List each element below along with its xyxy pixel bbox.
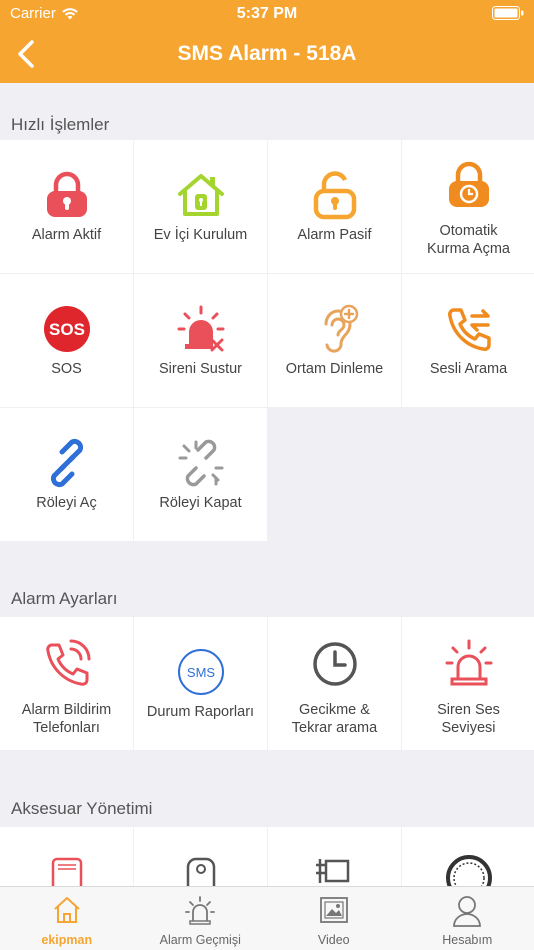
tile-label: Alarm Bildirim Telefonları <box>21 702 112 736</box>
tab-label: ekipman <box>41 933 93 947</box>
tile-label: Sesli Arama <box>429 361 508 377</box>
tile-label: Ortam Dinleme <box>285 361 384 377</box>
ambient-listen-tile[interactable]: Ortam Dinleme <box>268 274 401 407</box>
tile-label: Röleyi Aç <box>36 495 97 511</box>
tab-label: Video <box>317 933 350 947</box>
auto-arm-tile[interactable]: Otomatik Kurma Açma <box>402 140 534 273</box>
alarm-active-tile[interactable]: Alarm Aktif <box>0 140 133 273</box>
home-icon <box>54 897 80 923</box>
battery-icon <box>492 6 524 20</box>
clock-icon <box>312 642 357 686</box>
tile-label: Alarm Pasif <box>297 227 372 243</box>
home-arm-tile[interactable]: Ev İçi Kurulum <box>134 140 267 273</box>
tab-video[interactable]: Video <box>267 887 401 950</box>
phone-transfer-icon <box>447 308 491 351</box>
siren-volume-tile[interactable]: Siren Ses Seviyesi <box>402 617 534 750</box>
section-title: Aksesuar Yönetimi <box>11 799 153 818</box>
tile-label: Alarm Aktif <box>31 227 102 243</box>
navigation-bar: Carrier 5:37 PM SMS Alarm - 518A <box>0 0 534 83</box>
alarm-notify-phones-tile[interactable]: Alarm Bildirim Telefonları <box>0 617 133 750</box>
tab-equipment[interactable]: ekipman <box>0 887 134 950</box>
accessory-grid <box>0 827 534 886</box>
sos-icon: SOS <box>43 306 90 352</box>
sos-tile[interactable]: SOS SOS <box>0 274 133 407</box>
tab-bar: ekipman Alarm Geçmişi Video Hesabım <box>0 886 534 950</box>
relay-open-tile[interactable]: Röleyi Aç <box>0 408 133 541</box>
lock-closed-icon <box>46 171 87 217</box>
alarm-passive-tile[interactable]: Alarm Pasif <box>268 140 401 273</box>
door-sensor-icon <box>186 857 215 886</box>
video-icon <box>319 897 348 923</box>
tile-label: Ev İçi Kurulum <box>153 227 248 243</box>
section-title: Hızlı İşlemler <box>11 115 110 134</box>
user-icon <box>453 896 482 927</box>
tile-label: Röleyi Kapat <box>159 495 242 511</box>
section-header-accessory: Aksesuar Yönetimi <box>0 767 534 824</box>
ear-icon <box>324 304 358 353</box>
sms-icon: SMS <box>177 649 224 695</box>
accessory-tile[interactable] <box>402 827 534 886</box>
silence-siren-tile[interactable]: Sireni Sustur <box>134 274 267 407</box>
siren-mute-icon <box>177 305 224 352</box>
remote-control-icon <box>51 857 82 886</box>
smoke-detector-icon <box>445 855 492 886</box>
status-bar: Carrier 5:37 PM <box>0 0 534 28</box>
tile-label: Durum Raporları <box>146 704 255 720</box>
page-title: SMS Alarm - 518A <box>177 42 357 65</box>
link-icon <box>50 438 83 488</box>
status-time: 5:37 PM <box>236 5 298 22</box>
phone-ringing-icon <box>45 639 90 686</box>
relay-close-tile[interactable]: Röleyi Kapat <box>134 408 267 541</box>
delay-redial-tile[interactable]: Gecikme & Tekrar arama <box>268 617 401 750</box>
tab-account[interactable]: Hesabım <box>401 887 534 950</box>
tile-label: Gecikme & Tekrar arama <box>291 702 378 736</box>
quick-actions-grid: Alarm Aktif Ev İçi Kurulum Alarm Pasif O… <box>0 140 534 541</box>
voice-call-tile[interactable]: Sesli Arama <box>402 274 534 407</box>
tile-label: Otomatik Kurma Açma <box>427 223 510 257</box>
accessory-tile[interactable] <box>0 827 133 886</box>
siren-icon <box>445 639 492 686</box>
status-reports-tile[interactable]: SMS Durum Raporları <box>134 617 267 750</box>
lock-open-icon <box>313 171 356 220</box>
alarm-settings-grid: Alarm Bildirim Telefonları SMS Durum Rap… <box>0 617 534 750</box>
wired-zone-icon <box>315 859 349 883</box>
section-header-alarm-settings: Alarm Ayarları <box>0 557 534 614</box>
section-title: Alarm Ayarları <box>11 589 118 608</box>
tile-label: SOS <box>51 361 82 377</box>
home-lock-icon <box>177 174 224 216</box>
tab-label: Hesabım <box>442 933 493 947</box>
tab-alarm-history[interactable]: Alarm Geçmişi <box>134 887 268 950</box>
broken-link-icon <box>178 439 223 487</box>
tile-label: Sireni Sustur <box>158 361 242 377</box>
section-header-quick-actions: Hızlı İşlemler <box>0 83 534 140</box>
sms-badge-text: SMS <box>186 665 215 680</box>
tile-label: Siren Ses Seviyesi <box>437 702 500 736</box>
accessory-tile[interactable] <box>268 827 401 886</box>
lock-timer-icon <box>448 161 489 207</box>
tab-label: Alarm Geçmişi <box>159 933 241 947</box>
accessory-tile[interactable] <box>134 827 267 886</box>
svg-text:SOS: SOS <box>49 320 85 339</box>
alarm-history-icon <box>185 896 216 925</box>
